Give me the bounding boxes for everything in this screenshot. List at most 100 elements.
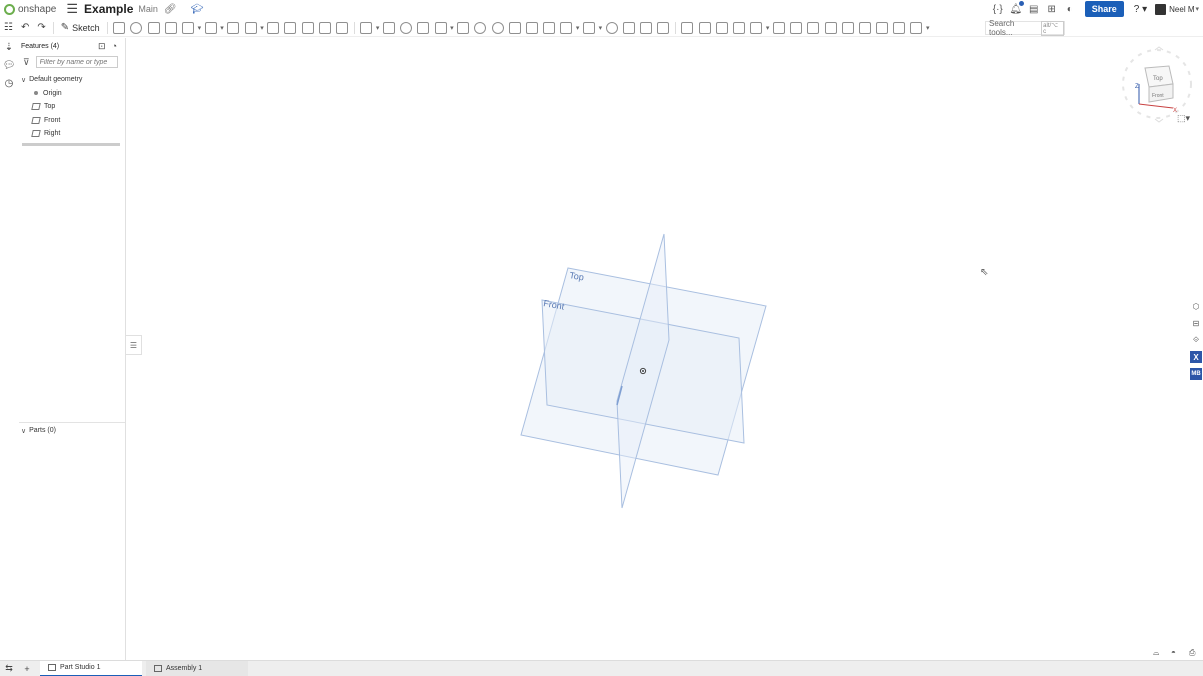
parts-divider[interactable] [19, 422, 125, 423]
tree-item-origin[interactable]: Origin [19, 87, 125, 101]
tab-manager-icon[interactable]: ⇆ [0, 661, 18, 676]
chevron-down-icon[interactable]: ▾ [260, 24, 264, 32]
chevron-down-icon[interactable]: ▾ [376, 24, 380, 32]
redo-icon[interactable]: ↷ [37, 22, 45, 33]
user-menu[interactable]: Neel M ▾ [1155, 3, 1200, 15]
parts-list-icon[interactable]: ⟐ [1190, 334, 1202, 346]
extrude-icon[interactable] [113, 21, 126, 34]
curve-icon[interactable] [790, 21, 803, 34]
loft-icon[interactable] [164, 21, 177, 34]
wrap-icon[interactable] [698, 21, 711, 34]
rollback-icon[interactable]: ◔ [112, 41, 117, 52]
tree-item-top[interactable]: Top [19, 100, 125, 114]
feature-list-icon[interactable]: ☷ [4, 22, 13, 33]
parts-group[interactable]: ∨ Parts (0) [21, 424, 56, 437]
delete-part-icon[interactable] [417, 21, 430, 34]
chevron-down-icon[interactable]: ▾ [926, 24, 930, 32]
help-menu[interactable]: ? ▾ [1134, 4, 1147, 15]
bridging-curve-icon[interactable] [807, 21, 820, 34]
tab-part-studio-1[interactable]: Part Studio 1 [40, 660, 142, 676]
add-tab-icon[interactable]: + [18, 661, 36, 676]
sweep-icon[interactable] [147, 21, 160, 34]
mirror-icon[interactable] [750, 21, 763, 34]
revolve-icon[interactable] [130, 21, 143, 34]
section-view-icon[interactable] [622, 21, 635, 34]
variable-icon[interactable] [640, 21, 653, 34]
search-tools-input[interactable]: Search tools... alt/⌥ c [985, 19, 1065, 37]
transform-icon[interactable] [400, 21, 413, 34]
custom-feature-icon[interactable] [910, 21, 923, 34]
modify-fillet-icon[interactable] [434, 21, 447, 34]
thicken-icon[interactable] [182, 21, 194, 34]
history-icon[interactable]: ◷ [0, 74, 18, 92]
chevron-down-icon[interactable]: ▾ [576, 24, 580, 32]
helix-icon[interactable] [474, 21, 487, 34]
chevron-down-icon[interactable]: ∨ [21, 76, 26, 84]
document-title[interactable]: Example [84, 2, 133, 16]
project-curve-icon[interactable] [841, 21, 854, 34]
undo-icon[interactable]: ↶ [21, 22, 29, 33]
chevron-down-icon[interactable]: ▾ [450, 24, 454, 32]
new-folder-icon[interactable]: ⊡ [98, 41, 106, 52]
tree-item-right[interactable]: Right [19, 127, 125, 141]
fit-spline-icon[interactable] [772, 21, 785, 34]
variable-table-button[interactable]: X [1190, 351, 1202, 363]
view-cube[interactable]: Top Front Z X [1117, 44, 1197, 124]
document-info-icon[interactable]: ▤ [1027, 2, 1041, 16]
chevron-down-icon[interactable]: ▾ [766, 24, 770, 32]
flange-icon[interactable] [560, 21, 573, 34]
apps-icon[interactable]: ⊞ [1045, 2, 1059, 16]
chevron-down-icon[interactable]: ▾ [220, 24, 224, 32]
rib-icon[interactable] [267, 21, 280, 34]
chamfer-icon[interactable] [227, 21, 240, 34]
feature-tree-icon[interactable]: ⇣ [0, 38, 18, 56]
split-icon[interactable] [382, 21, 395, 34]
chevron-down-icon[interactable]: ∨ [21, 427, 26, 435]
units-button[interactable]: MB [1190, 368, 1202, 380]
graphics-viewport[interactable]: Top Front ⇖ [127, 38, 1185, 660]
tab-assembly-1[interactable]: Assembly 1 [146, 660, 248, 676]
replace-face-icon[interactable] [715, 21, 728, 34]
boolean-icon[interactable] [360, 21, 373, 34]
app-store-icon[interactable]: ◐ [1063, 2, 1077, 16]
link-icon[interactable]: 🔗︎ [164, 4, 177, 15]
mate-connector-icon[interactable] [508, 21, 521, 34]
appearance-icon[interactable]: ⬡ [1190, 300, 1202, 312]
derived-icon[interactable] [681, 21, 694, 34]
panel-scrollbar[interactable] [22, 143, 120, 146]
document-branch[interactable]: Main [138, 4, 158, 14]
measure-icon[interactable] [605, 21, 618, 34]
sketch-button[interactable]: ✎ Sketch [61, 22, 100, 33]
surface-icon[interactable] [525, 21, 538, 34]
composite-curve-icon[interactable] [824, 21, 837, 34]
code-icon[interactable]: {·} [991, 2, 1005, 16]
draft-icon[interactable] [244, 21, 257, 34]
view-options-icon[interactable]: ⬚▾ [1177, 113, 1190, 124]
cylinder-icon[interactable] [336, 21, 349, 34]
offset-surface-icon[interactable] [733, 21, 746, 34]
share-button[interactable]: Share [1084, 1, 1124, 17]
chevron-down-icon[interactable]: ▾ [198, 24, 202, 32]
shaded-icon[interactable]: ◓ [1171, 648, 1181, 658]
trim-curve-icon[interactable] [876, 21, 889, 34]
render-mode-icon[interactable]: ⌓ [1153, 648, 1163, 658]
move-face-icon[interactable] [457, 21, 470, 34]
fillet-icon[interactable] [204, 21, 217, 34]
learning-center-icon[interactable]: 🎓︎ [191, 4, 204, 15]
isocline-icon[interactable] [858, 21, 871, 34]
print-icon[interactable]: ⎙ [1189, 648, 1199, 658]
shell-icon[interactable] [284, 21, 297, 34]
default-geometry-group[interactable]: ∨ Default geometry [19, 73, 125, 87]
chevron-down-icon[interactable]: ▾ [599, 24, 603, 32]
onshape-logo[interactable]: onshape [4, 3, 56, 15]
sheet-metal-icon[interactable] [543, 21, 556, 34]
edit-curve-icon[interactable] [893, 21, 906, 34]
tree-item-front[interactable]: Front [19, 114, 125, 128]
notifications-icon[interactable]: 🔔︎ [1009, 1, 1024, 16]
hole-icon[interactable] [301, 21, 314, 34]
comments-icon[interactable]: 💬︎ [0, 56, 18, 74]
configuration-icon[interactable] [657, 21, 670, 34]
frame-icon[interactable] [583, 21, 596, 34]
menu-icon[interactable]: ☰ [66, 1, 78, 17]
configurations-icon[interactable]: ⊟ [1190, 317, 1202, 329]
